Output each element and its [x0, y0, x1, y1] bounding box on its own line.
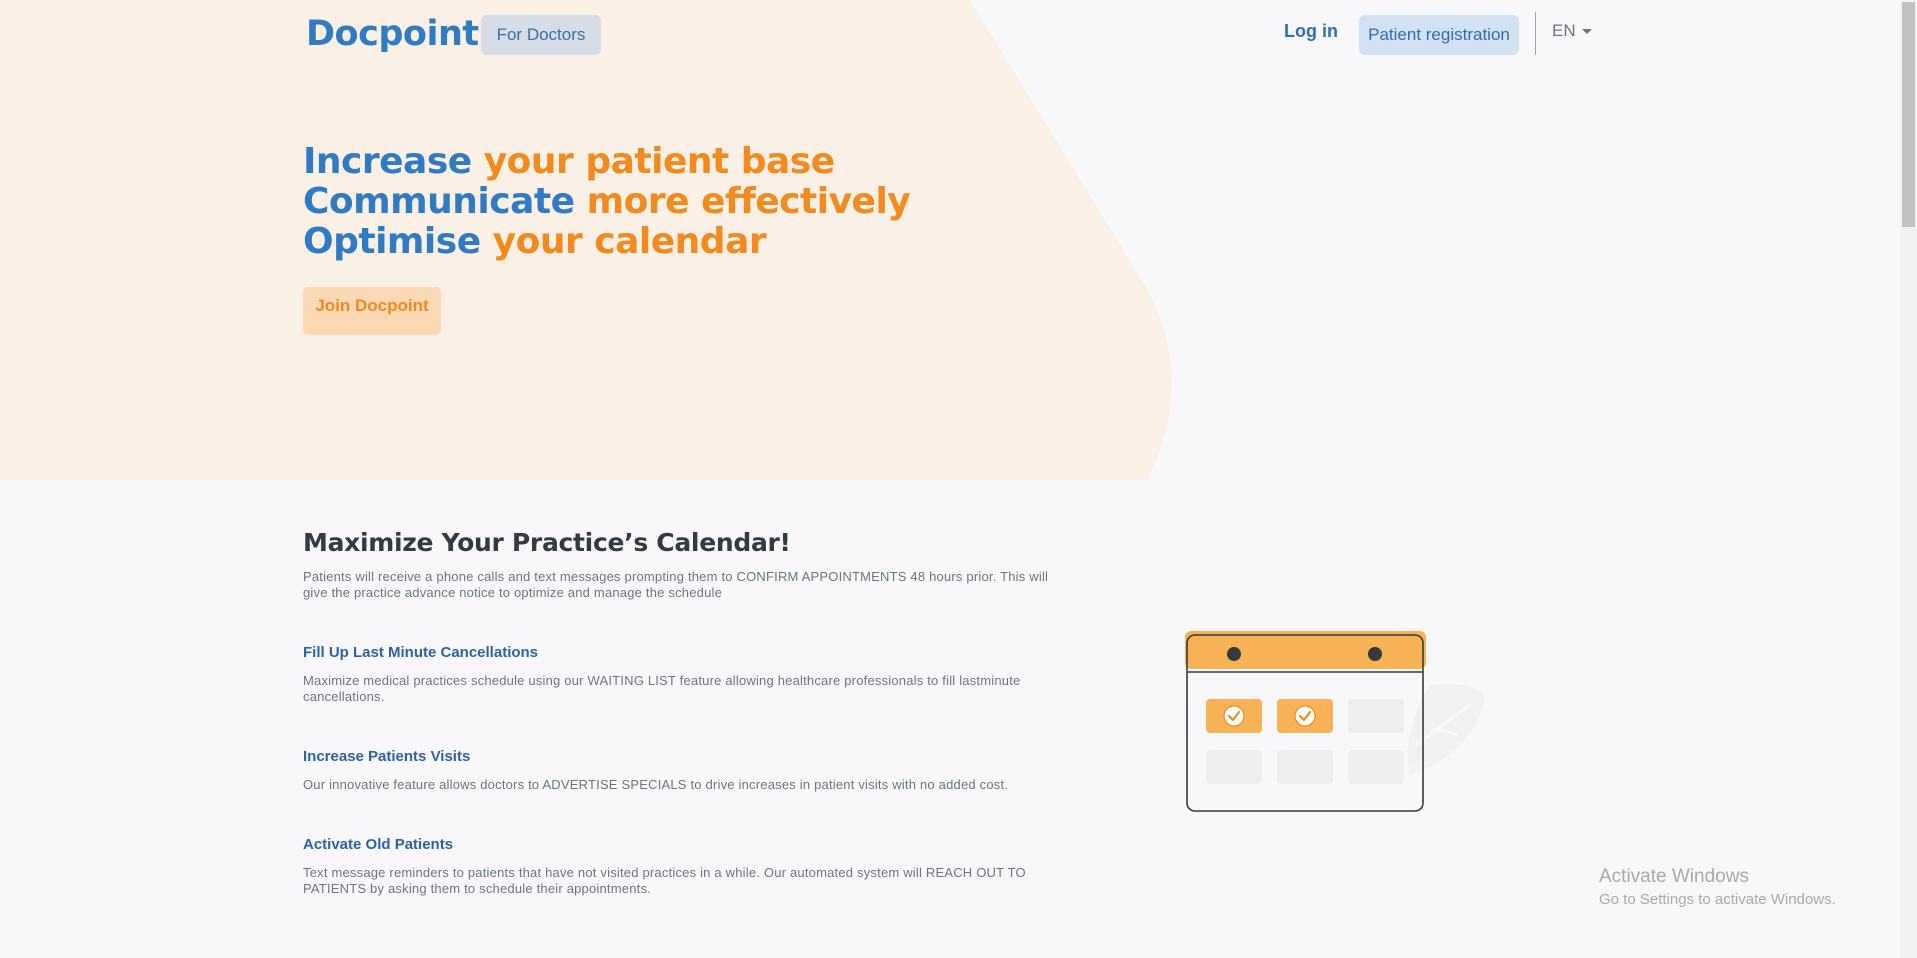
feature-title: Fill Up Last Minute Cancellations	[303, 644, 539, 661]
header-divider	[1535, 12, 1536, 55]
feature-title: Increase Patients Visits	[303, 748, 471, 765]
windows-activation-watermark: Activate Windows Go to Settings to activ…	[1599, 866, 1836, 908]
hero-line-2: Communicate more effectively	[303, 181, 911, 222]
feature-description: Text message reminders to patients that …	[303, 865, 1026, 896]
hero-line-1: Increase your patient base	[303, 141, 835, 182]
hero-line-3: Optimise your calendar	[303, 221, 767, 262]
feature-description: Maximize medical practices schedule usin…	[303, 673, 1021, 704]
hero-background	[0, 0, 1172, 480]
for-doctors-button[interactable]: For Doctors	[481, 15, 601, 55]
leaf-decoration	[1407, 684, 1485, 775]
feature-title: Activate Old Patients	[303, 836, 454, 853]
scrollbar-thumb[interactable]	[1902, 2, 1915, 227]
hero-headline: Increase your patient base Communicate m…	[303, 141, 911, 262]
calendar-icon	[1185, 631, 1485, 812]
site-header: Docpoint. For Doctors Log in Patient reg…	[0, 0, 1917, 70]
feature-item: Increase Patients Visits Our innovative …	[303, 748, 1053, 793]
section-title: Maximize Your Practice’s Calendar!	[303, 528, 791, 557]
join-docpoint-button[interactable]: Join Docpoint	[303, 287, 441, 335]
language-selector[interactable]: EN	[1552, 21, 1592, 41]
login-link[interactable]: Log in	[1284, 21, 1338, 42]
patient-registration-button[interactable]: Patient registration	[1359, 15, 1519, 55]
section-description: Patients will receive a phone calls and …	[303, 569, 1049, 600]
watermark-subtitle: Go to Settings to activate Windows.	[1599, 891, 1836, 908]
feature-description: Our innovative feature allows doctors to…	[303, 777, 1009, 792]
feature-item: Activate Old Patients Text message remin…	[303, 836, 1053, 897]
language-label: EN	[1552, 21, 1576, 40]
chevron-down-icon	[1581, 28, 1592, 34]
docpoint-logo[interactable]: Docpoint.	[306, 14, 492, 54]
calendar-section: Maximize Your Practice’s Calendar! Patie…	[303, 528, 1053, 601]
feature-item: Fill Up Last Minute Cancellations Maximi…	[303, 644, 1053, 705]
page-scrollbar[interactable]	[1900, 0, 1917, 958]
watermark-title: Activate Windows	[1599, 866, 1749, 887]
